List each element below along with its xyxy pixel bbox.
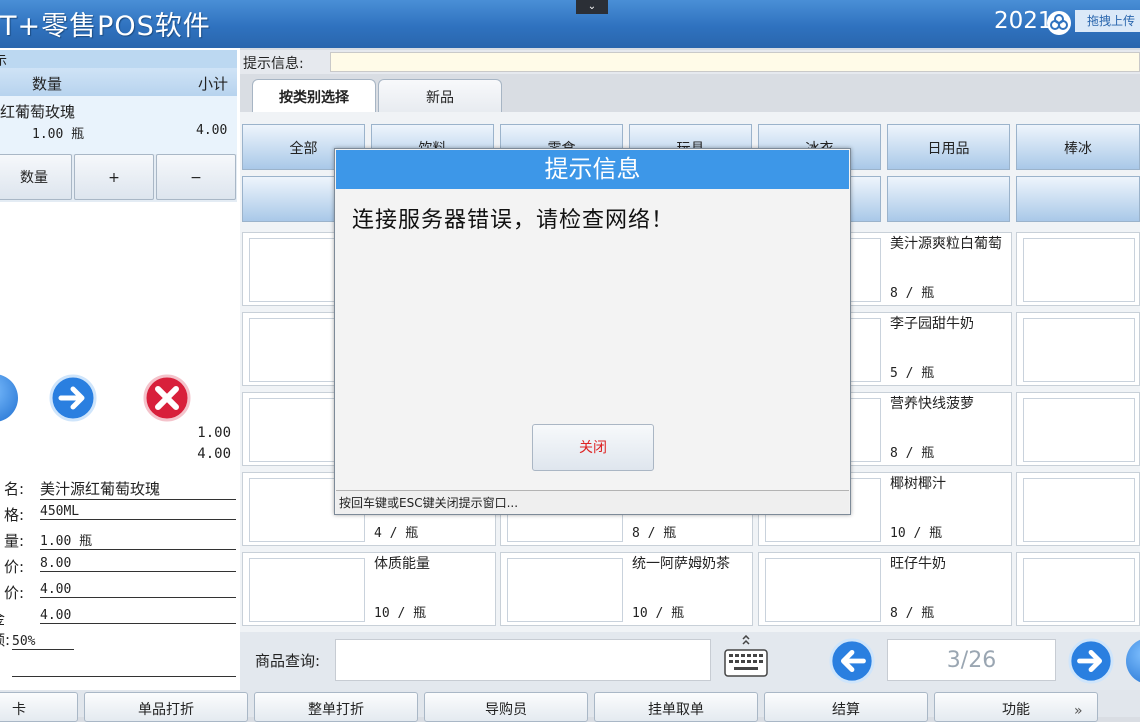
- detail-label: 量:: [4, 532, 25, 550]
- function-button[interactable]: 单品打折: [84, 692, 248, 722]
- detail-value: 4.00: [40, 582, 236, 598]
- product-qty: 10 / 瓶: [890, 526, 943, 541]
- detail-label: 价:: [4, 558, 25, 576]
- cart-item[interactable]: 红葡萄玫瑰 1.00 瓶 4.00: [0, 96, 237, 154]
- product-name: 营养快线菠萝: [890, 396, 974, 412]
- cart-item-name: 红葡萄玫瑰: [0, 103, 76, 121]
- page-next-icon[interactable]: [1068, 638, 1114, 684]
- product-qty: 8 / 瓶: [632, 526, 677, 541]
- product-image: [249, 558, 365, 622]
- detail-value: 450ML: [40, 504, 236, 520]
- function-button[interactable]: 结算: [764, 692, 928, 722]
- total-amount: 4.00: [197, 446, 231, 462]
- detail-label: 名:: [4, 480, 25, 498]
- keyboard-icon[interactable]: [722, 635, 770, 681]
- product-name: 美汁源爽粒白葡萄: [890, 236, 1002, 252]
- product-tile[interactable]: [1016, 312, 1140, 386]
- cart-item-qty: 1.00 瓶: [32, 127, 85, 142]
- cart-header-text: 示: [0, 54, 8, 69]
- product-image: [765, 558, 881, 622]
- category-button-empty[interactable]: [887, 176, 1010, 222]
- page-prev-icon[interactable]: [829, 638, 875, 684]
- product-tile[interactable]: [1016, 552, 1140, 626]
- dialog-message: 连接服务器错误，请检查网络！: [352, 208, 675, 233]
- qty-button[interactable]: 数量: [0, 154, 72, 200]
- arrow-right-icon[interactable]: [49, 374, 97, 422]
- total-qty: 1.00: [197, 425, 231, 441]
- product-tile[interactable]: [1016, 392, 1140, 466]
- function-button[interactable]: 卡: [0, 692, 78, 722]
- detail-label: 金额:: [0, 610, 11, 649]
- product-name: 椰树椰汁: [890, 476, 946, 492]
- product-image: [507, 558, 623, 622]
- cart-column-header: 数量 小计: [0, 68, 237, 96]
- detail-value: 8.00: [40, 556, 236, 572]
- product-name: 李子园甜牛奶: [890, 316, 974, 332]
- cart-item-subtotal: 4.00: [196, 123, 228, 138]
- app-title: T+零售POS软件: [0, 11, 211, 42]
- detail-value: 1.00 瓶: [40, 530, 236, 550]
- function-button[interactable]: 导购员: [424, 692, 588, 722]
- search-input[interactable]: [335, 639, 711, 681]
- detail-value: 4.00: [40, 608, 236, 624]
- col-subtotal: 小计: [198, 75, 229, 93]
- product-image: [1023, 398, 1135, 462]
- upload-button[interactable]: 拖拽上传: [1075, 10, 1140, 32]
- hint-label: 提示信息:: [243, 56, 304, 72]
- cart-button-row: 数量 + −: [0, 154, 237, 202]
- dialog-title: 提示信息: [336, 150, 849, 189]
- category-button[interactable]: 棒冰: [1016, 124, 1140, 170]
- product-tile[interactable]: 旺仔牛奶 8 / 瓶: [758, 552, 1012, 626]
- category-button-empty[interactable]: [1016, 176, 1140, 222]
- collapse-toggle[interactable]: ⌄: [576, 0, 608, 14]
- plus-button[interactable]: +: [74, 154, 154, 200]
- cart-header-strip: 示: [0, 50, 237, 69]
- product-name: 旺仔牛奶: [890, 556, 946, 572]
- detail-label: 格:: [4, 506, 25, 524]
- product-name: 体质能量: [374, 556, 430, 572]
- product-image: [1023, 478, 1135, 542]
- discount-value: 50%: [12, 634, 74, 650]
- cloud-icon[interactable]: [1046, 10, 1072, 36]
- product-image: [1023, 558, 1135, 622]
- function-button[interactable]: 挂单取单: [594, 692, 758, 722]
- product-qty: 4 / 瓶: [374, 526, 419, 541]
- function-button[interactable]: 整单打折: [254, 692, 418, 722]
- product-qty: 10 / 瓶: [632, 606, 685, 621]
- year-text: 2021: [994, 8, 1053, 34]
- product-qty: 8 / 瓶: [890, 606, 935, 621]
- hint-field: [330, 52, 1140, 72]
- tab-new[interactable]: 新品: [378, 79, 502, 113]
- product-qty: 8 / 瓶: [890, 286, 935, 301]
- detail-label: 价:: [4, 584, 25, 602]
- product-tile[interactable]: 体质能量 10 / 瓶: [242, 552, 496, 626]
- product-tile[interactable]: [1016, 232, 1140, 306]
- close-button[interactable]: 关闭: [532, 424, 654, 471]
- product-image: [1023, 238, 1135, 302]
- product-name: 统一阿萨姆奶茶: [632, 556, 730, 572]
- search-label: 商品查询:: [255, 652, 321, 670]
- category-button[interactable]: 日用品: [887, 124, 1010, 170]
- product-image: [1023, 318, 1135, 382]
- totals-box: 1.00 4.00: [0, 422, 237, 466]
- product-qty: 10 / 瓶: [374, 606, 427, 621]
- page-indicator: 3/26: [887, 639, 1056, 681]
- col-qty: 数量: [32, 75, 63, 93]
- detail-value: 美汁源红葡萄玫瑰: [40, 478, 236, 500]
- delete-icon[interactable]: [143, 374, 191, 422]
- product-qty: 5 / 瓶: [890, 366, 935, 381]
- minus-button[interactable]: −: [156, 154, 236, 200]
- tab-by-category[interactable]: 按类别选择: [252, 79, 376, 113]
- divider: [12, 676, 236, 677]
- product-qty: 8 / 瓶: [890, 446, 935, 461]
- product-tile[interactable]: 统一阿萨姆奶茶 10 / 瓶: [500, 552, 753, 626]
- dialog-status: 按回车键或ESC键关闭提示窗口...: [336, 490, 849, 514]
- product-tile[interactable]: [1016, 472, 1140, 546]
